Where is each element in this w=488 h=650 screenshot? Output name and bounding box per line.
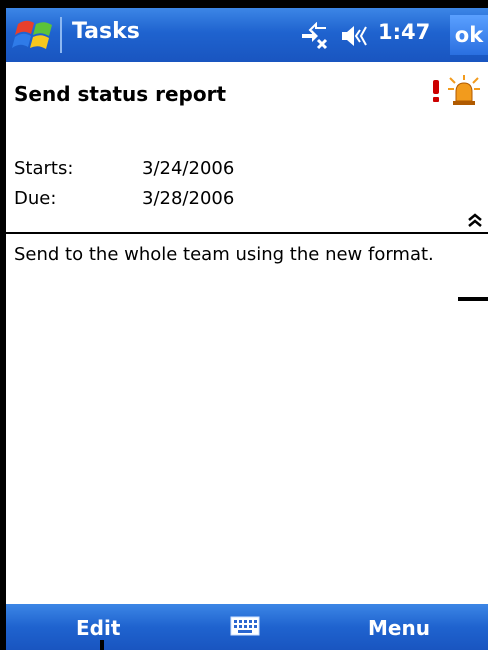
reminder-alarm-icon [446, 74, 482, 108]
scroll-marker [458, 297, 488, 301]
device-frame: Tasks 1:47 ok Send status report Starts:… [0, 0, 488, 650]
due-label: Due: [14, 188, 57, 209]
connectivity-icon[interactable] [298, 21, 330, 50]
starts-value: 3/24/2006 [142, 158, 235, 179]
speaker-icon[interactable] [340, 24, 372, 48]
high-priority-icon [430, 76, 442, 104]
app-title: Tasks [72, 19, 140, 44]
menu-bar: Edit Menu [6, 604, 488, 650]
header-divider [6, 232, 488, 234]
bottom-marker [100, 640, 104, 650]
title-separator [60, 17, 62, 53]
starts-label: Starts: [14, 158, 74, 179]
screen: Tasks 1:47 ok Send status report Starts:… [6, 8, 488, 650]
edit-softkey[interactable]: Edit [76, 616, 120, 640]
collapse-chevron-icon[interactable] [466, 212, 484, 228]
task-subject: Send status report [14, 82, 227, 106]
windows-flag-icon [12, 20, 52, 49]
clock[interactable]: 1:47 [378, 20, 430, 44]
ok-button[interactable]: ok [450, 15, 488, 55]
keyboard-icon[interactable] [230, 616, 260, 636]
menu-softkey[interactable]: Menu [368, 616, 430, 640]
start-button[interactable] [12, 16, 58, 54]
due-value: 3/28/2006 [142, 188, 235, 209]
title-bar: Tasks 1:47 ok [6, 8, 488, 62]
task-notes[interactable]: Send to the whole team using the new for… [14, 244, 484, 265]
